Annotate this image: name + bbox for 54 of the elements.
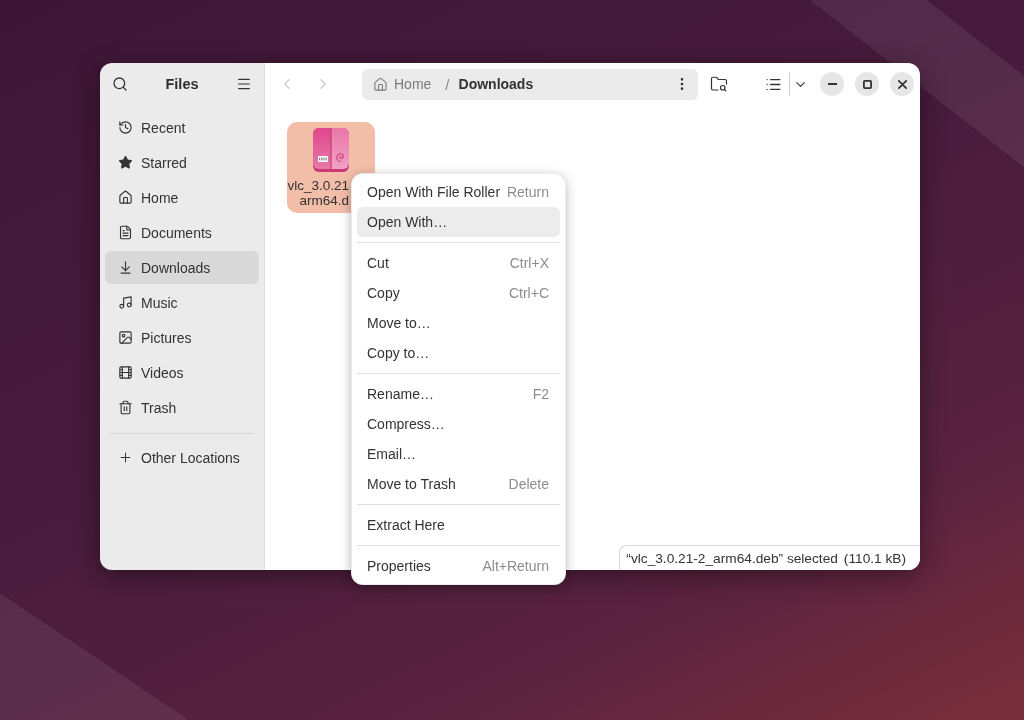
music-note-icon [118, 295, 133, 310]
menu-item[interactable]: Copy Ctrl+C [357, 278, 560, 308]
sidebar-item[interactable]: Documents [105, 216, 259, 249]
minimize-icon [827, 83, 837, 85]
sidebar-item[interactable]: Starred [105, 146, 259, 179]
trash-icon [118, 400, 133, 415]
menu-item[interactable]: Compress… [357, 409, 560, 439]
sidebar-item[interactable]: Home [105, 181, 259, 214]
selection-text: “vlc_3.0.21-2_arm64.deb” selected [626, 550, 838, 566]
sidebar-item[interactable]: Pictures [105, 321, 259, 354]
minimize-button[interactable] [820, 72, 844, 96]
sidebar-item[interactable]: Recent [105, 111, 259, 144]
plus-icon [118, 450, 133, 465]
house-icon [373, 76, 388, 92]
keyboard-shortcut: Return [506, 184, 549, 200]
window-title: Files [165, 76, 199, 92]
menu-item[interactable]: Email… [357, 439, 560, 469]
keyboard-shortcut: Delete [508, 476, 549, 492]
folder-search-icon [710, 75, 728, 93]
search-icon [112, 76, 128, 92]
menu-item[interactable]: Open With… [357, 207, 560, 237]
sidebar-item[interactable]: Other Locations [105, 441, 259, 474]
keyboard-shortcut: Ctrl+X [509, 255, 549, 271]
menu-item[interactable]: Copy to… [357, 338, 560, 368]
keyboard-shortcut: F2 [532, 386, 549, 402]
menu-item[interactable]: Move to… [357, 308, 560, 338]
star-icon [118, 155, 133, 170]
sidebar-item[interactable]: Downloads [105, 251, 259, 284]
sidebar-item[interactable]: Trash [105, 391, 259, 424]
path-segment[interactable]: Home [373, 76, 432, 92]
document-icon [118, 225, 133, 240]
menu-item[interactable]: Extract Here [357, 510, 560, 540]
sidebar-item[interactable]: Music [105, 286, 259, 319]
image-icon [118, 330, 133, 345]
close-button[interactable] [890, 72, 914, 96]
path-segment[interactable]: Downloads [458, 76, 534, 92]
package-icon [313, 128, 349, 172]
maximize-icon [862, 79, 872, 89]
keyboard-shortcut: Alt+Return [482, 558, 549, 574]
maximize-button[interactable] [855, 72, 879, 96]
file-size-text: (110.1 kB) [843, 550, 906, 566]
menu-item[interactable]: Move to Trash Delete [357, 469, 560, 499]
sidebar-item[interactable]: Videos [105, 356, 259, 389]
menu-item[interactable]: Properties Alt+Return [357, 551, 560, 581]
close-icon [897, 79, 907, 89]
download-icon [118, 260, 133, 275]
menu-item[interactable]: Cut Ctrl+X [357, 248, 560, 278]
clock-icon [118, 120, 133, 135]
keyboard-shortcut: Ctrl+C [508, 285, 549, 301]
house-icon [118, 190, 133, 205]
menu-item[interactable]: Rename… F2 [357, 379, 560, 409]
menu-icon [236, 76, 252, 92]
path-separator: / [445, 75, 450, 93]
film-icon [118, 365, 133, 380]
